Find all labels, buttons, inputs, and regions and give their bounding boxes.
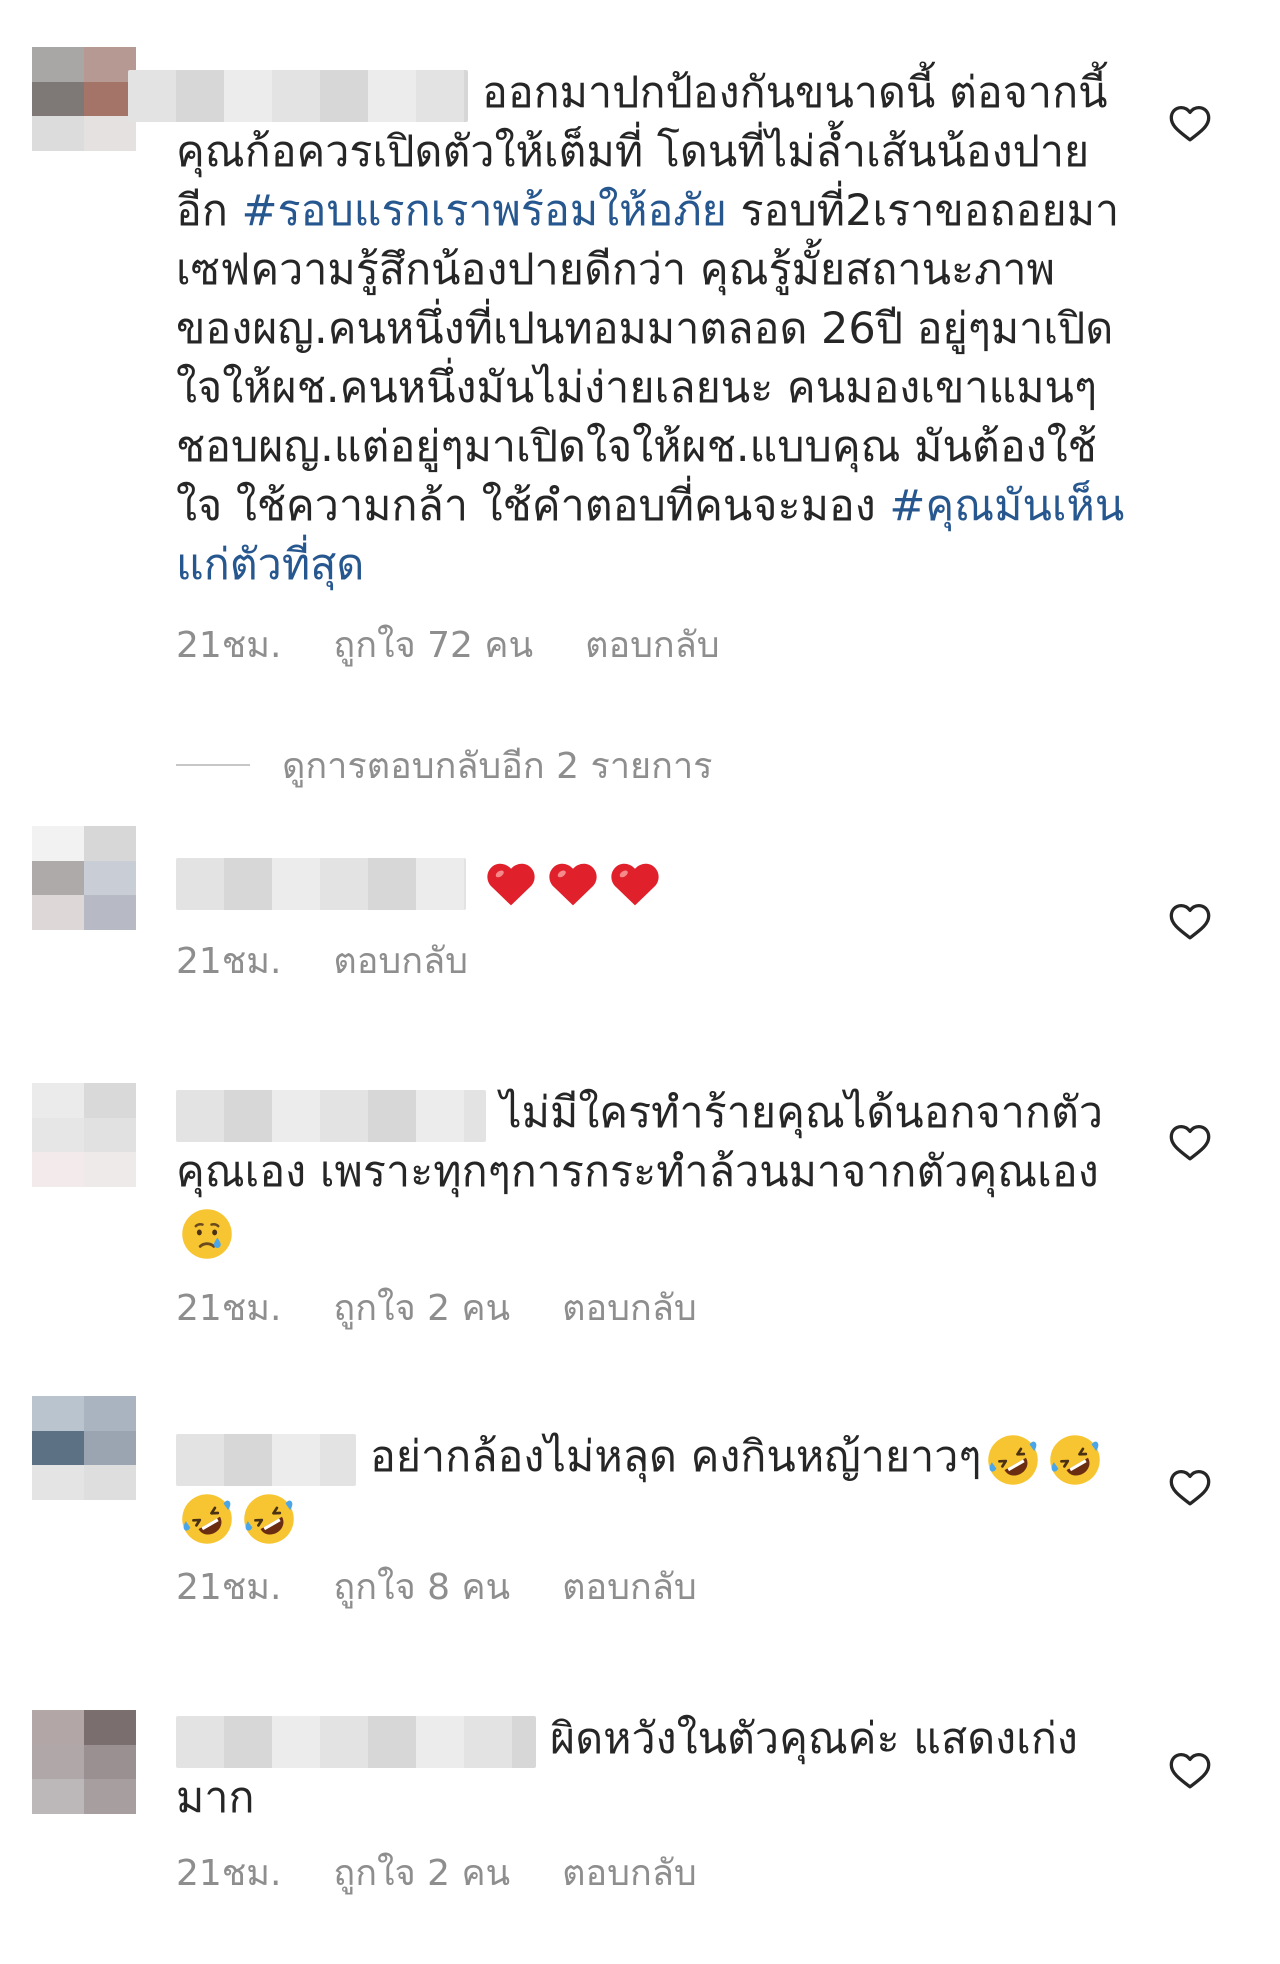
username[interactable] xyxy=(176,1433,356,1486)
timestamp: 21ชม. xyxy=(176,1288,282,1329)
reply-button[interactable]: ตอบกลับ xyxy=(562,1567,697,1608)
likes-count[interactable]: ถูกใจ 2 คน xyxy=(333,1853,510,1894)
rolling-laughing-face-icon xyxy=(986,1433,1040,1487)
comment-meta: 21ชม. ถูกใจ 2 คน ตอบกลับ xyxy=(176,1852,749,1896)
red-heart-icon xyxy=(546,857,600,911)
view-replies-button[interactable]: ดูการตอบกลับอีก 2 รายการ xyxy=(176,740,713,790)
comment-text: ไม่มีใครทำร้ายคุณได้นอกจากตัวคุณเอง เพรา… xyxy=(176,1084,1126,1261)
view-replies-label: ดูการตอบกลับอีก 2 รายการ xyxy=(282,745,713,787)
comment-text: ออกมาปกป้องกันขนาดนี้ ต่อจากนี้คุณก้อควร… xyxy=(128,64,1126,595)
avatar[interactable] xyxy=(32,1710,136,1814)
username[interactable] xyxy=(176,1089,486,1142)
comment-text: อย่ากล้องไม่หลุด คงกินหญ้ายาวๆ xyxy=(176,1428,1126,1546)
crying-face-icon xyxy=(180,1207,234,1261)
hashtag-link[interactable]: #รอบแรกเราพร้อมให้อภัย xyxy=(242,186,727,236)
comment-meta: 21ชม. ถูกใจ 2 คน ตอบกลับ xyxy=(176,1287,749,1331)
comment-meta: 21ชม. ถูกใจ 72 คน ตอบกลับ xyxy=(176,624,772,668)
likes-count[interactable]: ถูกใจ 72 คน xyxy=(333,625,533,666)
heart-outline-icon[interactable] xyxy=(1168,1120,1212,1164)
red-heart-icon xyxy=(608,857,662,911)
username[interactable] xyxy=(176,857,466,910)
reply-button[interactable]: ตอบกลับ xyxy=(562,1853,697,1894)
red-heart-icon xyxy=(484,857,538,911)
likes-count[interactable]: ถูกใจ 2 คน xyxy=(333,1288,510,1329)
timestamp: 21ชม. xyxy=(176,625,282,666)
avatar[interactable] xyxy=(32,826,136,930)
comment-meta: 21ชม. ถูกใจ 8 คน ตอบกลับ xyxy=(176,1566,749,1610)
comment-text: ผิดหวังในตัวคุณค่ะ แสดงเก่งมาก xyxy=(176,1714,1078,1823)
divider-line xyxy=(176,764,250,766)
avatar[interactable] xyxy=(32,47,136,151)
timestamp: 21ชม. xyxy=(176,1853,282,1894)
avatar[interactable] xyxy=(32,1083,136,1187)
reply-button[interactable]: ตอบกลับ xyxy=(562,1288,697,1329)
timestamp: 21ชม. xyxy=(176,941,282,982)
avatar[interactable] xyxy=(32,1396,136,1500)
username[interactable] xyxy=(176,1715,536,1768)
comment-meta: 21ชม. ตอบกลับ xyxy=(176,940,520,984)
username[interactable] xyxy=(128,69,468,122)
heart-outline-icon[interactable] xyxy=(1168,1748,1212,1792)
heart-outline-icon[interactable] xyxy=(1168,1465,1212,1509)
timestamp: 21ชม. xyxy=(176,1567,282,1608)
heart-outline-icon[interactable] xyxy=(1168,899,1212,943)
rolling-laughing-face-icon xyxy=(1048,1433,1102,1487)
rolling-laughing-face-icon xyxy=(242,1492,296,1546)
reply-button[interactable]: ตอบกลับ xyxy=(585,625,720,666)
comment-text xyxy=(176,852,1126,911)
reply-button[interactable]: ตอบกลับ xyxy=(333,941,468,982)
heart-outline-icon[interactable] xyxy=(1168,101,1212,145)
likes-count[interactable]: ถูกใจ 8 คน xyxy=(333,1567,510,1608)
rolling-laughing-face-icon xyxy=(180,1492,234,1546)
